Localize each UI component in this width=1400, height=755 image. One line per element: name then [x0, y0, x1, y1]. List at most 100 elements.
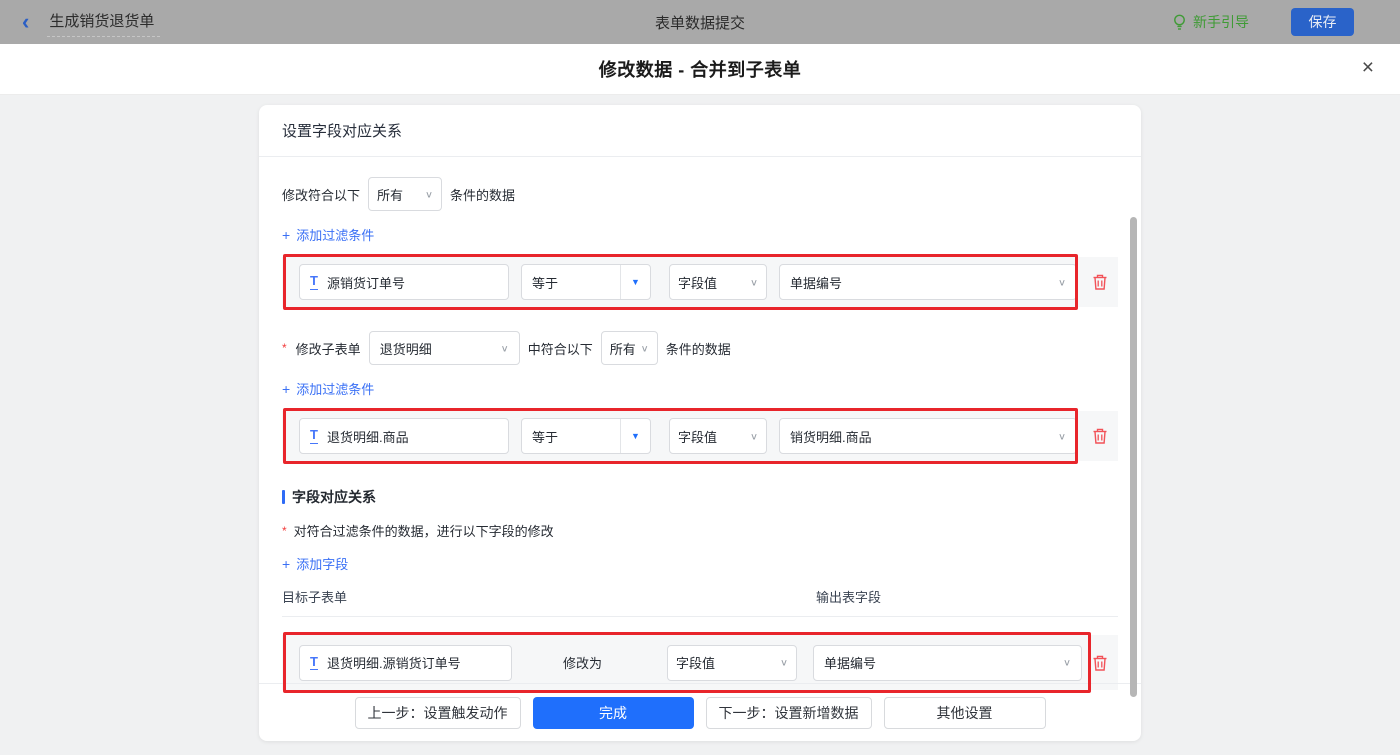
- mapping-add-field-label: 添加字段: [296, 557, 349, 572]
- filter2-field-label: 退货明细.商品: [326, 429, 409, 445]
- trash-icon: [1093, 655, 1107, 671]
- topbar-actions: 新手引导 保存: [1172, 8, 1354, 36]
- filter1-mode-value: 所有: [377, 187, 404, 203]
- column-header-output: 输出表字段: [816, 590, 882, 605]
- filter1-operator-value: 等于: [532, 275, 559, 291]
- filter2-suffix-text: 条件的数据: [665, 341, 731, 357]
- back-button[interactable]: ‹: [22, 11, 29, 33]
- done-button[interactable]: 完成: [532, 696, 694, 729]
- mapping-field-chip[interactable]: T 退货明细.源销货订单号: [299, 644, 512, 681]
- chevron-down-icon: ∨: [1057, 431, 1066, 442]
- document-title[interactable]: 生成销货退货单: [47, 7, 161, 37]
- required-icon: *: [282, 523, 287, 538]
- modal-title: 修改数据 - 合并到子表单: [598, 60, 802, 80]
- filter1-value-select[interactable]: 单据编号 ∨: [779, 264, 1077, 300]
- filter1-add-condition-label: 添加过滤条件: [296, 228, 375, 243]
- close-icon[interactable]: ×: [1362, 57, 1374, 78]
- filter2-mid-text: 中符合以下: [527, 341, 593, 357]
- mapping-column-headers: 目标子表单 输出表字段: [282, 587, 1118, 617]
- prev-step-button[interactable]: 上一步：设置触发动作: [354, 696, 521, 729]
- filter2-subform-select[interactable]: 退货明细 ∨: [368, 331, 520, 365]
- filter2-value: 销货明细.商品: [790, 429, 872, 445]
- plus-icon: +: [282, 555, 291, 572]
- filter2-field-chip[interactable]: T 退货明细.商品: [299, 418, 509, 454]
- panel-title: 设置字段对应关系: [259, 105, 1141, 157]
- column-header-target: 目标子表单: [282, 590, 348, 605]
- mapping-description-text: 对符合过滤条件的数据，进行以下字段的修改: [293, 524, 554, 539]
- mapping-description-line: * 对符合过滤条件的数据，进行以下字段的修改: [282, 521, 1118, 540]
- chevron-down-icon: ∨: [1057, 277, 1066, 288]
- text-field-icon: T: [310, 653, 318, 671]
- filter2-operator-select[interactable]: 等于 ▼: [521, 418, 651, 454]
- trash-icon: [1093, 274, 1107, 290]
- other-settings-button[interactable]: 其他设置: [883, 696, 1046, 729]
- chevron-down-icon: ∨: [640, 343, 649, 354]
- filter1-field-label: 源销货订单号: [326, 275, 405, 291]
- save-button[interactable]: 保存: [1291, 8, 1354, 36]
- filter1-mode-select[interactable]: 所有 ∨: [368, 177, 443, 211]
- text-field-icon: T: [310, 273, 318, 290]
- chevron-down-icon: ∨: [424, 189, 434, 200]
- plus-icon: +: [282, 226, 291, 243]
- mapping-delete-button[interactable]: [1092, 654, 1108, 672]
- modify-to-label: 修改为: [563, 656, 603, 671]
- panel-body: 修改符合以下 所有 ∨ 条件的数据 + 添加过滤条件 T 源销货订单号 等于 ▼…: [259, 177, 1141, 693]
- panel-footer: 上一步：设置触发动作 完成 下一步：设置新增数据 其他设置: [259, 683, 1141, 741]
- topbar: ‹ 生成销货退货单 表单数据提交 新手引导 保存: [0, 0, 1400, 44]
- lightbulb-icon: [1174, 14, 1185, 30]
- filter2-condition-row: T 退货明细.商品 等于 ▼ 字段值 ∨ 销货明细.商品 ∨: [282, 408, 1118, 464]
- filter2-delete-button[interactable]: [1092, 427, 1108, 445]
- beginner-guide-label: 新手引导: [1193, 14, 1249, 30]
- filter1-value: 单据编号: [790, 275, 843, 291]
- filter2-condition-line: * 修改子表单 退货明细 ∨ 中符合以下 所有 ∨ 条件的数据: [282, 331, 1118, 365]
- filter1-add-condition-link[interactable]: + 添加过滤条件: [282, 225, 374, 244]
- filter2-value-type-select[interactable]: 字段值 ∨: [669, 418, 767, 454]
- settings-panel: 设置字段对应关系 修改符合以下 所有 ∨ 条件的数据 + 添加过滤条件 T 源销…: [259, 105, 1141, 741]
- filter2-mode-value: 所有: [609, 341, 636, 357]
- filter1-value-type: 字段值: [678, 275, 718, 291]
- filter1-condition-row: T 源销货订单号 等于 ▼ 字段值 ∨ 单据编号 ∨: [282, 254, 1118, 310]
- filter1-value-type-select[interactable]: 字段值 ∨: [669, 264, 767, 300]
- mapping-value: 单据编号: [824, 656, 877, 671]
- mapping-value-select[interactable]: 单据编号 ∨: [813, 644, 1083, 681]
- filter1-field-chip[interactable]: T 源销货订单号: [299, 264, 509, 300]
- mapping-section-title: 字段对应关系: [292, 489, 376, 505]
- page-title: 表单数据提交: [654, 14, 746, 32]
- mapping-section-header: 字段对应关系: [282, 487, 1118, 507]
- mapping-value-type-select[interactable]: 字段值 ∨: [667, 644, 798, 681]
- filter1-delete-button[interactable]: [1092, 273, 1108, 291]
- trash-icon: [1093, 428, 1107, 444]
- mapping-field-label: 退货明细.源销货订单号: [326, 656, 461, 671]
- filter1-operator-select[interactable]: 等于 ▼: [521, 264, 651, 300]
- section-bar-icon: [282, 490, 285, 504]
- mapping-row: T 退货明细.源销货订单号 修改为 字段值 ∨ 单据编号 ∨: [282, 632, 1118, 693]
- filter2-value-type: 字段值: [678, 429, 718, 445]
- chevron-down-icon: ∨: [500, 343, 509, 354]
- chevron-down-icon: ∨: [779, 657, 789, 669]
- mapping-add-field-link[interactable]: + 添加字段: [282, 554, 348, 573]
- mapping-value-type: 字段值: [676, 656, 716, 671]
- filter2-add-condition-label: 添加过滤条件: [296, 382, 375, 397]
- scrollbar[interactable]: [1130, 217, 1137, 697]
- text-field-icon: T: [310, 427, 318, 444]
- back-icon: ‹: [22, 9, 30, 34]
- modal-content: 设置字段对应关系 修改符合以下 所有 ∨ 条件的数据 + 添加过滤条件 T 源销…: [0, 95, 1400, 755]
- filter2-subform-value: 退货明细: [379, 341, 432, 357]
- filter2-mode-select[interactable]: 所有 ∨: [600, 331, 658, 365]
- required-icon: *: [282, 341, 287, 355]
- filter2-add-condition-link[interactable]: + 添加过滤条件: [282, 379, 374, 398]
- filter1-condition-line: 修改符合以下 所有 ∨ 条件的数据: [282, 177, 1118, 211]
- chevron-down-icon: ∨: [749, 277, 758, 288]
- next-step-button[interactable]: 下一步：设置新增数据: [705, 696, 872, 729]
- modal-header: 修改数据 - 合并到子表单 ×: [0, 44, 1400, 95]
- filter2-value-select[interactable]: 销货明细.商品 ∨: [779, 418, 1077, 454]
- caret-down-icon: ▼: [620, 265, 650, 299]
- chevron-down-icon: ∨: [1062, 657, 1072, 669]
- filter2-operator-value: 等于: [532, 429, 559, 445]
- filter1-suffix-text: 条件的数据: [450, 187, 516, 203]
- beginner-guide-link[interactable]: 新手引导: [1172, 12, 1249, 32]
- filter2-label-text: 修改子表单: [295, 341, 361, 357]
- caret-down-icon: ▼: [620, 419, 650, 453]
- filter1-prefix-text: 修改符合以下: [282, 187, 361, 203]
- chevron-down-icon: ∨: [749, 431, 758, 442]
